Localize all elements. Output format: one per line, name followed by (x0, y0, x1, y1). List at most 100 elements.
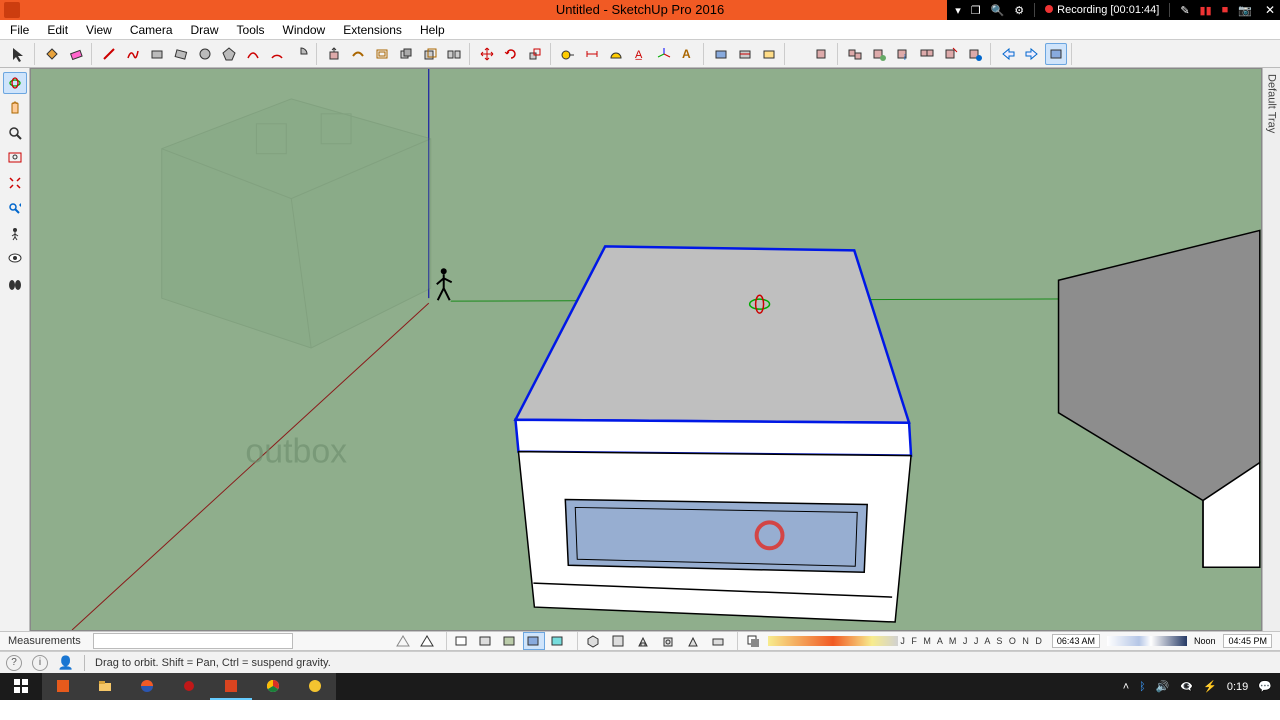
shaded-tex-style[interactable] (499, 632, 521, 650)
position-camera-tool[interactable] (3, 222, 27, 244)
time-end[interactable]: 04:45 PM (1223, 634, 1272, 648)
task-firefox[interactable] (126, 673, 168, 700)
section-cut-tool[interactable] (758, 43, 780, 65)
pan-tool[interactable] (3, 97, 27, 119)
orbit-tool[interactable] (3, 72, 27, 94)
comp-tool-2[interactable] (868, 43, 890, 65)
text-tool[interactable]: A̲ (629, 43, 651, 65)
right-view[interactable] (657, 632, 679, 650)
menu-file[interactable]: File (2, 21, 37, 39)
gear-icon[interactable]: ⚙ (1014, 4, 1024, 17)
scale-tool[interactable] (524, 43, 546, 65)
comp-tool-1[interactable] (844, 43, 866, 65)
task-app-1[interactable] (42, 673, 84, 700)
split-tool[interactable] (443, 43, 465, 65)
notifications-icon[interactable]: 💬 (1258, 680, 1272, 693)
time-start[interactable]: 06:43 AM (1052, 634, 1100, 648)
zoom-window-tool[interactable] (3, 147, 27, 169)
tape-tool[interactable] (557, 43, 579, 65)
section-tool[interactable] (710, 43, 732, 65)
time-gradient[interactable] (1107, 636, 1187, 646)
menu-tools[interactable]: Tools (229, 21, 273, 39)
view-style-tool[interactable] (1045, 43, 1067, 65)
comp-tool-5[interactable] (940, 43, 962, 65)
mag-icon[interactable]: 🔍 (991, 4, 1005, 17)
mono-style[interactable] (523, 632, 545, 650)
arc-tool[interactable] (242, 43, 264, 65)
pushpull-tool[interactable] (323, 43, 345, 65)
menu-camera[interactable]: Camera (122, 21, 181, 39)
clock[interactable]: 0:19 (1227, 681, 1248, 693)
camera-icon[interactable]: 📷 (1238, 4, 1252, 17)
task-other[interactable] (294, 673, 336, 700)
eraser-tool[interactable] (65, 43, 87, 65)
protractor-tool[interactable] (605, 43, 627, 65)
task-sketchup[interactable] (210, 673, 252, 700)
left-view[interactable] (707, 632, 729, 650)
task-chrome[interactable] (252, 673, 294, 700)
color-style[interactable] (547, 632, 569, 650)
task-explorer[interactable] (84, 673, 126, 700)
axes-tool[interactable] (653, 43, 675, 65)
xray-style[interactable] (392, 632, 414, 650)
iso-view[interactable] (582, 632, 604, 650)
comp-tool-4[interactable] (916, 43, 938, 65)
help-icon[interactable]: ? (6, 655, 22, 671)
shadow-toggle[interactable] (742, 632, 764, 650)
followme-tool[interactable] (347, 43, 369, 65)
viewport[interactable]: outbox (30, 68, 1262, 631)
view-back-tool[interactable] (997, 43, 1019, 65)
menu-extensions[interactable]: Extensions (335, 21, 410, 39)
outershell-tool[interactable] (395, 43, 417, 65)
bucket-tool[interactable] (41, 43, 63, 65)
dimension-tool[interactable] (581, 43, 603, 65)
pencil-icon[interactable]: ✎ (1180, 4, 1189, 17)
measurements-input[interactable] (93, 633, 293, 649)
close-button[interactable]: ✕ (1260, 0, 1280, 20)
info-icon[interactable]: i (32, 655, 48, 671)
freehand-tool[interactable] (122, 43, 144, 65)
circle-tool[interactable] (194, 43, 216, 65)
top-view[interactable] (607, 632, 629, 650)
menu-window[interactable]: Window (275, 21, 334, 39)
right-tray[interactable]: Default Tray (1262, 68, 1280, 631)
start-button[interactable] (0, 673, 42, 700)
polygon-tool[interactable] (218, 43, 240, 65)
front-view[interactable] (632, 632, 654, 650)
battery-icon[interactable]: ⚡ (1203, 680, 1217, 693)
geo-icon[interactable]: 👤 (58, 655, 74, 671)
tri-icon[interactable]: ▾ (955, 4, 961, 17)
line-tool[interactable] (98, 43, 120, 65)
hidden-style[interactable] (451, 632, 473, 650)
arc2-tool[interactable] (266, 43, 288, 65)
rotate-tool[interactable] (500, 43, 522, 65)
look-around-tool[interactable] (3, 247, 27, 269)
walk-tool[interactable] (3, 272, 27, 294)
move-tool[interactable] (476, 43, 498, 65)
sq-icon[interactable]: ❐ (971, 4, 981, 17)
task-record[interactable] (168, 673, 210, 700)
comp-tool-3[interactable]: i (892, 43, 914, 65)
rotrect-tool[interactable] (170, 43, 192, 65)
stop-icon[interactable]: ■ (1222, 4, 1229, 16)
volume-icon[interactable]: 🔊 (1156, 680, 1170, 693)
view-fwd-tool[interactable] (1021, 43, 1043, 65)
bluetooth-icon[interactable]: ᛒ (1139, 681, 1146, 693)
3dtext-tool[interactable]: A (677, 43, 699, 65)
pie-tool[interactable] (290, 43, 312, 65)
month-strip[interactable]: J F M A M J J A S O N D (768, 636, 1044, 646)
shaded-style[interactable] (475, 632, 497, 650)
comp-tool-6[interactable] (964, 43, 986, 65)
menu-view[interactable]: View (78, 21, 120, 39)
menu-edit[interactable]: Edit (39, 21, 76, 39)
make-component-tool[interactable] (811, 43, 833, 65)
zoom-tool[interactable] (3, 122, 27, 144)
back-view[interactable] (682, 632, 704, 650)
rect-tool[interactable] (146, 43, 168, 65)
menu-help[interactable]: Help (412, 21, 453, 39)
menu-draw[interactable]: Draw (183, 21, 227, 39)
tray-up-icon[interactable]: ˄ (1123, 681, 1129, 693)
section-display-tool[interactable] (734, 43, 756, 65)
intersect-tool[interactable] (419, 43, 441, 65)
zoom-extents-tool[interactable] (3, 172, 27, 194)
